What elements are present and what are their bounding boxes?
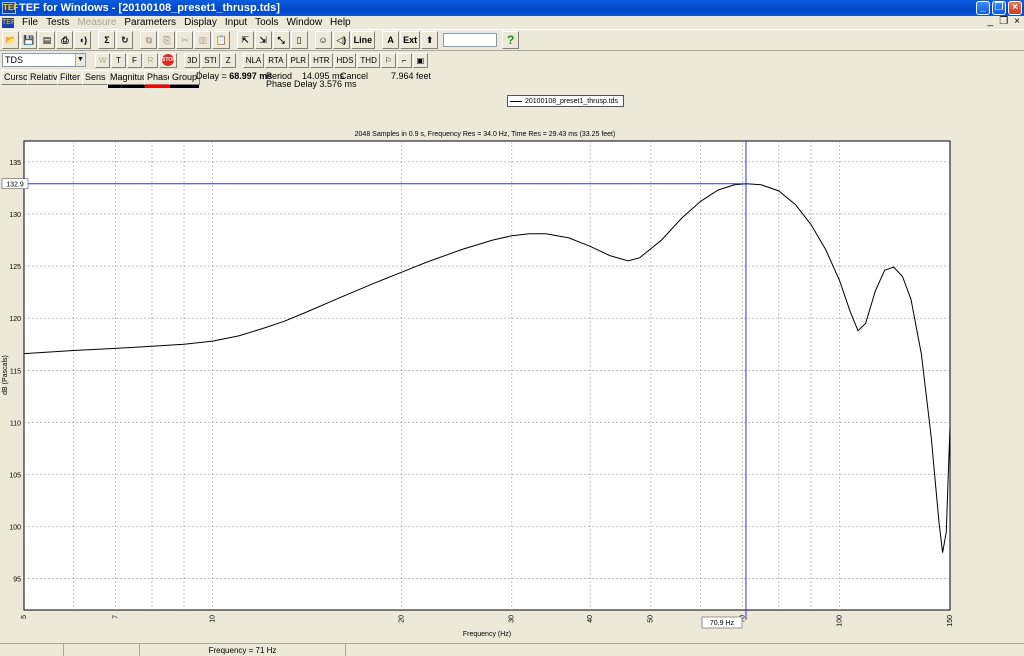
chart-title: 2048 Samples in 0.9 s, Frequency Res = 3… xyxy=(355,131,616,138)
plot-area[interactable] xyxy=(23,140,951,611)
cursor-y-label: 132.9 xyxy=(6,182,24,189)
frequency-response-chart[interactable]: 2048 Samples in 0.9 s, Frequency Res = 3… xyxy=(0,0,1024,656)
x-tick-label: 10 xyxy=(210,615,217,623)
x-tick-label: 150 xyxy=(947,615,954,627)
x-tick-label: 7 xyxy=(112,615,119,619)
y-tick-label: 120 xyxy=(9,316,21,323)
y-tick-label: 125 xyxy=(9,264,21,271)
x-tick-label: 100 xyxy=(836,615,843,627)
x-tick-label: 20 xyxy=(398,615,405,623)
status-bar: Frequency = 71 Hz xyxy=(0,643,1024,656)
y-tick-label: 105 xyxy=(9,473,21,480)
y-axis-label: dB (Pascals) xyxy=(2,355,9,395)
y-tick-label: 135 xyxy=(9,160,21,167)
y-tick-label: 115 xyxy=(10,368,21,375)
y-tick-label: 95 xyxy=(13,577,21,584)
x-tick-label: 30 xyxy=(509,615,516,623)
cursor-x-label: 70.9 Hz xyxy=(710,620,735,627)
y-tick-label: 100 xyxy=(9,525,21,532)
status-frequency: Frequency = 71 Hz xyxy=(140,644,346,656)
x-tick-label: 40 xyxy=(587,615,594,623)
y-tick-label: 110 xyxy=(10,420,21,427)
x-tick-label: 5 xyxy=(21,615,28,619)
y-tick-label: 130 xyxy=(9,212,21,219)
x-tick-label: 50 xyxy=(648,615,655,623)
x-axis-label: Frequency (Hz) xyxy=(463,631,511,638)
